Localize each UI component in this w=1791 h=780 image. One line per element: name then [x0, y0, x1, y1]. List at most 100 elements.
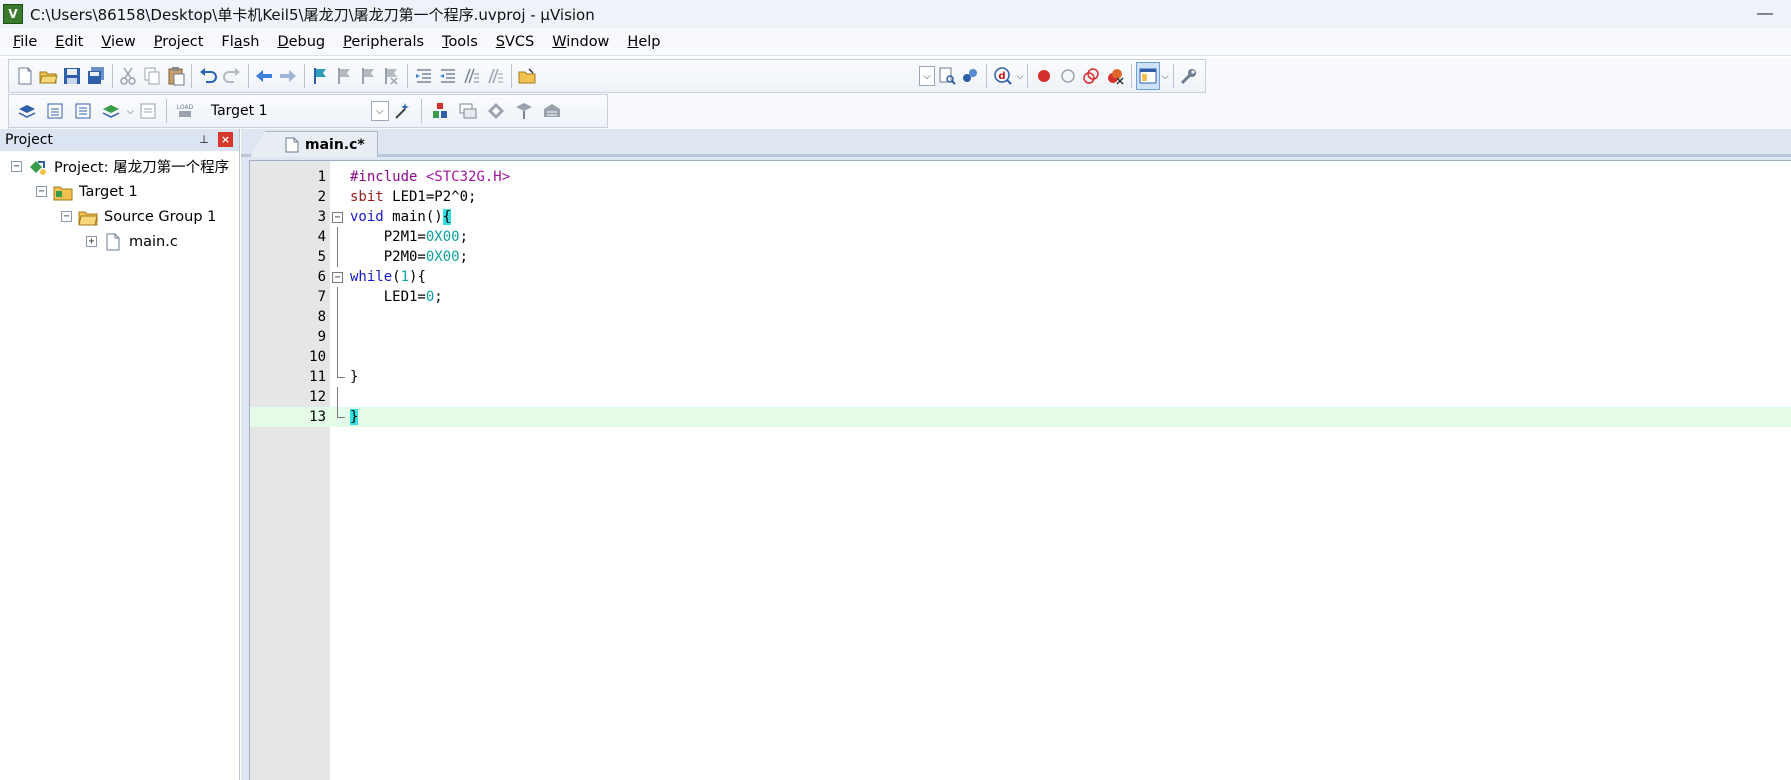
code-line[interactable]: 7 LED1=0;	[250, 287, 1791, 307]
code-token: void	[350, 209, 384, 225]
menu-peripherals[interactable]: Peripherals	[334, 28, 433, 56]
incremental-find-icon[interactable]	[959, 62, 983, 90]
insert-breakpoint-icon[interactable]	[1032, 62, 1056, 90]
code-line[interactable]: 1 #include <STC32G.H>	[250, 167, 1791, 187]
build-toolbar: ⌵ LOAD Target 1 ⌵	[0, 93, 1791, 129]
target-select[interactable]: Target 1 ⌵	[203, 99, 389, 123]
menu-help[interactable]: Help	[618, 28, 669, 56]
code-lines: 1 #include <STC32G.H> 2 sbit LED1=P2^0; …	[250, 167, 1791, 427]
code-line[interactable]: 8	[250, 307, 1791, 327]
bookmark-prev-icon[interactable]	[332, 62, 356, 90]
code-token: ;	[459, 229, 469, 245]
line-number: 9	[317, 329, 326, 345]
window-layout-icon[interactable]	[1135, 62, 1160, 90]
code-line[interactable]: 10	[250, 347, 1791, 367]
translate-icon[interactable]	[13, 97, 41, 125]
download-icon[interactable]: LOAD	[171, 97, 199, 125]
menu-tools[interactable]: Tools	[433, 28, 487, 56]
menu-view[interactable]: View	[92, 28, 144, 56]
cut-icon[interactable]	[116, 62, 140, 90]
bookmark-toggle-icon[interactable]	[309, 62, 333, 90]
undo-icon[interactable]	[196, 62, 220, 90]
batch-build-caret[interactable]: ⌵	[127, 106, 134, 117]
find-in-files-icon[interactable]	[516, 62, 540, 90]
bookmark-next-icon[interactable]	[356, 62, 380, 90]
tree-item-target[interactable]: − Target 1	[0, 179, 239, 204]
find-icon[interactable]	[935, 62, 959, 90]
uncomment-icon[interactable]	[483, 62, 507, 90]
find-combo-dropdown[interactable]: ⌵	[919, 66, 935, 86]
fold-end-marker	[337, 367, 345, 378]
menu-bar: File Edit View Project Flash Debug Peripherals…	[0, 28, 1791, 56]
menu-svcs[interactable]: SVCS	[487, 28, 543, 56]
batch-build-icon[interactable]	[97, 97, 125, 125]
menu-edit[interactable]: Edit	[46, 28, 92, 56]
menu-project[interactable]: Project	[145, 28, 213, 56]
navigate-forward-icon[interactable]	[276, 62, 300, 90]
code-line[interactable]: 3 − void main(){	[250, 207, 1791, 227]
new-file-icon[interactable]	[13, 62, 37, 90]
expand-icon[interactable]: +	[86, 236, 97, 247]
pack-installer-icon[interactable]	[510, 97, 538, 125]
minimize-button[interactable]: —	[1745, 0, 1785, 28]
close-icon[interactable]: ×	[218, 132, 233, 147]
unindent-icon[interactable]	[436, 62, 460, 90]
window-layout-caret[interactable]: ⌵	[1162, 71, 1169, 82]
save-icon[interactable]	[60, 62, 84, 90]
code-token: main()	[383, 209, 443, 225]
target-dropdown-arrow[interactable]: ⌵	[370, 101, 389, 121]
bookmark-clear-icon[interactable]	[380, 62, 404, 90]
tree-item-source-group[interactable]: − Source Group 1	[0, 204, 239, 229]
disable-all-breakpoints-icon[interactable]	[1080, 62, 1104, 90]
stop-build-icon[interactable]	[134, 97, 162, 125]
fold-collapse-icon[interactable]: −	[332, 212, 343, 223]
menu-flash[interactable]: Flash	[212, 28, 268, 56]
tab-main-c-label: main.c*	[305, 136, 365, 153]
collapse-icon[interactable]: −	[61, 211, 72, 222]
menu-debug[interactable]: Debug	[268, 28, 334, 56]
debug-session-icon[interactable]: d	[991, 62, 1015, 90]
code-text: }	[350, 407, 359, 427]
kill-all-breakpoints-icon[interactable]	[1103, 62, 1127, 90]
code-line[interactable]: 9	[250, 327, 1791, 347]
tree-item-project[interactable]: − Project: 屠龙刀第一个程序	[0, 154, 239, 179]
build-icon[interactable]	[41, 97, 69, 125]
file-extensions-icon[interactable]	[454, 97, 482, 125]
fold-guide	[337, 327, 338, 347]
menu-window[interactable]: Window	[543, 28, 618, 56]
debug-dropdown-caret[interactable]: ⌵	[1017, 71, 1024, 82]
navigate-back-icon[interactable]	[252, 62, 276, 90]
rebuild-icon[interactable]	[69, 97, 97, 125]
pin-icon[interactable]: ⊥	[197, 132, 211, 146]
target-options-icon[interactable]	[389, 97, 417, 125]
line-number: 5	[317, 249, 326, 265]
code-token: LED1=	[350, 289, 426, 305]
indent-icon[interactable]	[412, 62, 436, 90]
copy-icon[interactable]	[140, 62, 164, 90]
redo-icon[interactable]	[220, 62, 244, 90]
fold-collapse-icon[interactable]: −	[332, 272, 343, 283]
menu-file[interactable]: File	[4, 28, 46, 56]
collapse-icon[interactable]: −	[36, 186, 47, 197]
code-line[interactable]: 5 P2M0=0X00;	[250, 247, 1791, 267]
tab-main-c[interactable]: main.c*	[250, 131, 378, 157]
code-line[interactable]: 6 − while(1){	[250, 267, 1791, 287]
code-text: }	[350, 367, 358, 387]
code-line[interactable]: 4 P2M1=0X00;	[250, 227, 1791, 247]
code-editor[interactable]: 1 #include <STC32G.H> 2 sbit LED1=P2^0; …	[249, 160, 1791, 780]
comment-icon[interactable]	[459, 62, 483, 90]
code-line[interactable]: 12	[250, 387, 1791, 407]
code-line-current[interactable]: 13 }	[250, 407, 1791, 427]
rte-icon[interactable]	[538, 97, 566, 125]
manage-components-icon[interactable]	[426, 97, 454, 125]
select-packs-icon[interactable]	[482, 97, 510, 125]
tree-item-main-c[interactable]: + main.c	[0, 229, 239, 254]
save-all-icon[interactable]	[84, 62, 108, 90]
open-file-icon[interactable]	[37, 62, 61, 90]
collapse-icon[interactable]: −	[11, 161, 22, 172]
code-line[interactable]: 11 }	[250, 367, 1791, 387]
disable-breakpoint-icon[interactable]	[1056, 62, 1080, 90]
paste-icon[interactable]	[164, 62, 188, 90]
configure-icon[interactable]	[1177, 62, 1201, 90]
code-line[interactable]: 2 sbit LED1=P2^0;	[250, 187, 1791, 207]
